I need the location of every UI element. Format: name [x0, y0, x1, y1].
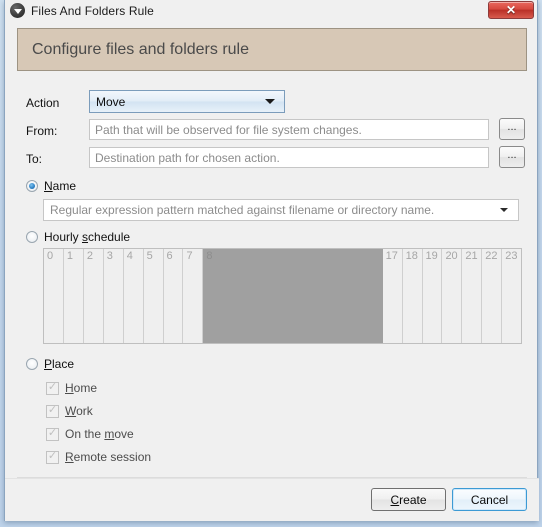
- hour-cell-21[interactable]: 21: [462, 249, 483, 343]
- checkbox-on-the-move: ✓ On the move: [46, 427, 134, 441]
- close-button[interactable]: ✕: [488, 1, 534, 19]
- checkbox-home-indicator: ✓: [46, 381, 59, 395]
- hour-label-21: 21: [465, 250, 478, 262]
- hour-cell-19[interactable]: 19: [422, 249, 443, 343]
- checkbox-remote-session-label: Remote session: [65, 450, 152, 464]
- hour-label-22: 22: [485, 250, 498, 262]
- from-browse-button[interactable]: ...: [499, 118, 525, 140]
- hour-label-17: 17: [385, 250, 398, 262]
- page-title: Configure files and folders rule: [32, 40, 250, 58]
- hour-label-3: 3: [106, 250, 113, 262]
- action-combobox[interactable]: Move: [89, 90, 285, 113]
- footer-bar: Create Cancel: [5, 478, 539, 521]
- check-icon: ✓: [47, 427, 58, 439]
- hour-cell-15[interactable]: [342, 249, 363, 343]
- window-title: Files And Folders Rule: [31, 3, 154, 18]
- cancel-button[interactable]: Cancel: [452, 488, 527, 511]
- hour-label-6: 6: [166, 250, 173, 262]
- title-bar: Files And Folders Rule ✕: [5, 0, 537, 21]
- hour-label-18: 18: [405, 250, 418, 262]
- ellipsis-icon: ...: [507, 148, 517, 161]
- action-value: Move: [96, 94, 126, 109]
- create-button[interactable]: Create: [371, 488, 446, 511]
- hour-label-1: 1: [66, 250, 74, 262]
- hour-cell-22[interactable]: 22: [482, 249, 503, 343]
- hour-label-2: 2: [86, 250, 93, 262]
- checkbox-home-label: Home: [65, 381, 98, 395]
- triangle-down-circle-icon: [10, 3, 25, 18]
- hour-cell-9[interactable]: [223, 249, 244, 343]
- name-pattern-combobox[interactable]: Regular expression pattern matched again…: [43, 199, 519, 221]
- from-label: From:: [26, 124, 58, 138]
- checkbox-home: ✓ Home: [46, 381, 97, 395]
- hour-cell-23[interactable]: 23: [502, 249, 521, 343]
- hour-cell-8[interactable]: 8: [203, 249, 224, 343]
- hour-cell-10[interactable]: [243, 249, 264, 343]
- hour-label-4: 4: [126, 250, 133, 262]
- check-icon: ✓: [47, 404, 58, 416]
- hour-cell-2[interactable]: 2: [83, 249, 104, 343]
- hour-cell-11[interactable]: [263, 249, 284, 343]
- form-area: Action Move From: Path that will be obse…: [17, 76, 527, 477]
- hourly-schedule-grid[interactable]: 0 1 2 3 4 5 6 7 8 17 18 19 20 21 22 23: [43, 248, 522, 344]
- to-browse-button[interactable]: ...: [499, 146, 525, 168]
- from-path-input[interactable]: Path that will be observed for file syst…: [89, 119, 489, 140]
- chevron-down-icon: [265, 99, 275, 104]
- checkbox-remote-session-indicator: ✓: [46, 450, 59, 464]
- to-path-input[interactable]: Destination path for chosen action.: [89, 147, 489, 168]
- chevron-down-icon: [500, 208, 508, 212]
- hour-cell-5[interactable]: 5: [143, 249, 164, 343]
- hour-cell-18[interactable]: 18: [402, 249, 423, 343]
- hour-cell-13[interactable]: [302, 249, 323, 343]
- name-pattern-placeholder: Regular expression pattern matched again…: [50, 203, 435, 217]
- radio-hourly-schedule[interactable]: Hourly schedule: [26, 230, 130, 244]
- hour-label-23: 23: [505, 250, 518, 262]
- radio-hourly-schedule-indicator: [26, 231, 38, 243]
- from-placeholder: Path that will be observed for file syst…: [95, 122, 362, 137]
- hour-cell-14[interactable]: [322, 249, 343, 343]
- radio-name[interactable]: Name: [26, 179, 76, 193]
- to-label: To:: [26, 152, 43, 166]
- hour-cell-6[interactable]: 6: [163, 249, 184, 343]
- hour-cell-4[interactable]: 4: [123, 249, 144, 343]
- cancel-button-label: Cancel: [470, 492, 509, 507]
- action-label: Action: [26, 96, 60, 110]
- ellipsis-icon: ...: [507, 120, 517, 133]
- radio-hourly-schedule-label: Hourly schedule: [44, 230, 131, 244]
- checkbox-remote-session: ✓ Remote session: [46, 450, 151, 464]
- hour-cell-17[interactable]: 17: [382, 249, 403, 343]
- hour-label-7: 7: [186, 250, 193, 262]
- checkbox-on-the-move-indicator: ✓: [46, 427, 59, 441]
- radio-place-indicator: [26, 358, 38, 370]
- files-and-folders-rule-dialog: Files And Folders Rule ✕ Configure files…: [4, 0, 539, 521]
- checkbox-work-indicator: ✓: [46, 404, 59, 418]
- hour-cell-3[interactable]: 3: [103, 249, 124, 343]
- check-icon: ✓: [47, 381, 58, 393]
- hour-label-19: 19: [425, 250, 438, 262]
- create-button-label: Create: [390, 492, 427, 507]
- hour-cell-12[interactable]: [283, 249, 303, 343]
- close-icon: ✕: [505, 3, 517, 17]
- hour-label-0: 0: [47, 250, 54, 262]
- to-placeholder: Destination path for chosen action.: [95, 150, 280, 165]
- checkbox-work: ✓ Work: [46, 404, 93, 418]
- header-banner: Configure files and folders rule: [17, 28, 527, 71]
- hour-cell-1[interactable]: 1: [63, 249, 84, 343]
- hour-cell-16[interactable]: [362, 249, 383, 343]
- radio-place-label: Place: [44, 357, 75, 371]
- checkbox-work-label: Work: [65, 404, 93, 418]
- checkbox-on-the-move-label: On the move: [65, 427, 134, 441]
- check-icon: ✓: [47, 450, 58, 462]
- hour-label-5: 5: [146, 250, 153, 262]
- hour-label-20: 20: [445, 250, 458, 262]
- radio-name-indicator: [26, 180, 38, 192]
- radio-name-label: Name: [44, 179, 77, 193]
- hour-cell-0[interactable]: 0: [44, 249, 64, 343]
- hour-cell-7[interactable]: 7: [183, 249, 204, 343]
- radio-place[interactable]: Place: [26, 357, 74, 371]
- hour-cell-20[interactable]: 20: [442, 249, 463, 343]
- hour-label-8: 8: [206, 250, 213, 262]
